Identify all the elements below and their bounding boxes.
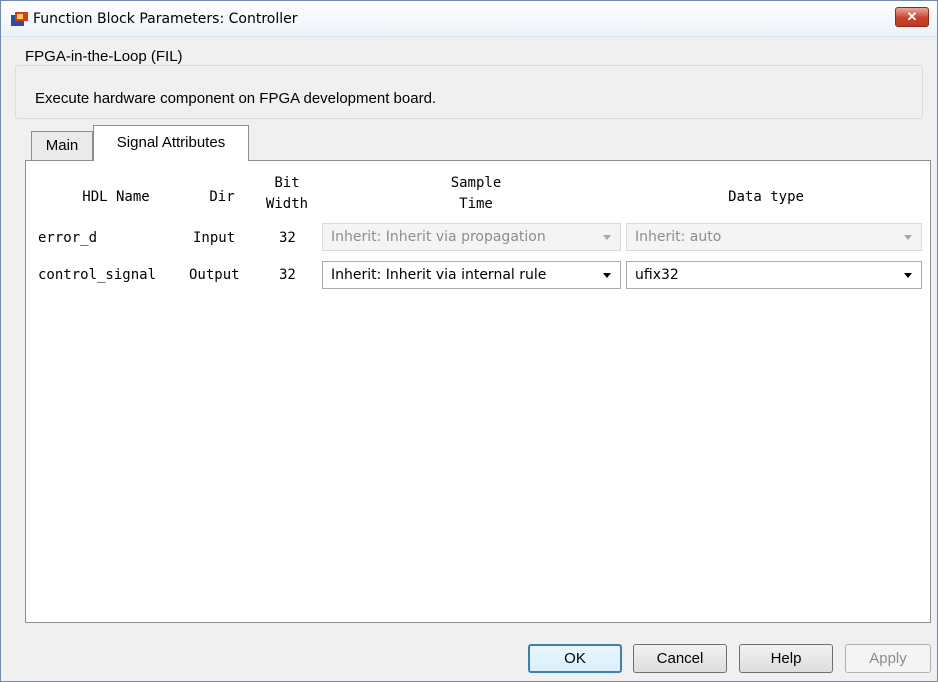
header-bit-width: Bit Width <box>256 173 318 215</box>
header-data-type: Data type <box>728 189 804 205</box>
signal-attributes-panel: HDL Name Dir Bit Width Sample Time Data … <box>25 160 931 623</box>
header-width-label: Width <box>265 196 309 212</box>
header-time-label: Time <box>459 196 493 212</box>
data-type-select[interactable]: ufix32 <box>626 261 922 289</box>
title-bar[interactable]: Function Block Parameters: Controller ✕ <box>1 1 937 37</box>
header-bit-label: Bit <box>274 175 300 191</box>
header-hdl-name: HDL Name <box>82 189 150 205</box>
window-title: Function Block Parameters: Controller <box>33 11 298 27</box>
sample-time-value: Inherit: Inherit via internal rule <box>331 267 547 283</box>
block-type-label: FPGA-in-the-Loop (FIL) <box>23 48 185 65</box>
row-direction: Input <box>193 230 236 246</box>
sample-time-select[interactable]: Inherit: Inherit via internal rule <box>322 261 621 289</box>
header-sample-time: Sample Time <box>406 173 546 215</box>
close-icon[interactable]: ✕ <box>895 7 929 27</box>
header-dir: Dir <box>209 189 235 205</box>
row-direction: Output <box>189 267 240 283</box>
data-type-select[interactable]: Inherit: auto <box>626 223 922 251</box>
ok-button[interactable]: OK <box>528 644 622 673</box>
chevron-down-icon <box>603 235 611 240</box>
header-sample-label: Sample <box>450 175 502 191</box>
row-bit-width: 32 <box>279 267 296 283</box>
sample-time-select[interactable]: Inherit: Inherit via propagation <box>322 223 621 251</box>
sample-time-value: Inherit: Inherit via propagation <box>331 229 546 245</box>
chevron-down-icon <box>904 235 912 240</box>
dialog-window: Function Block Parameters: Controller ✕ … <box>0 0 938 682</box>
help-button[interactable]: Help <box>739 644 833 673</box>
data-type-value: Inherit: auto <box>635 229 722 245</box>
block-description: Execute hardware component on FPGA devel… <box>35 90 437 107</box>
chevron-down-icon <box>904 273 912 278</box>
data-type-value: ufix32 <box>635 267 679 283</box>
chevron-down-icon <box>603 273 611 278</box>
row-hdl-name: error_d <box>38 230 98 246</box>
tab-signal-attributes[interactable]: Signal Attributes <box>93 125 249 161</box>
row-bit-width: 32 <box>279 230 296 246</box>
apply-button[interactable]: Apply <box>845 644 931 673</box>
cancel-button[interactable]: Cancel <box>633 644 727 673</box>
row-hdl-name: control_signal <box>38 267 157 283</box>
tab-main[interactable]: Main <box>31 131 93 161</box>
simulink-block-icon <box>11 12 28 26</box>
